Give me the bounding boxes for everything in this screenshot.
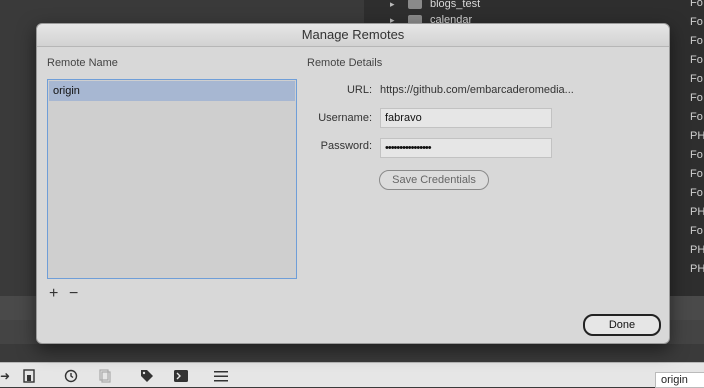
chevron-right-icon[interactable]: ▸ [390,0,400,10]
url-value: https://github.com/embarcaderomedia... [380,84,574,96]
tree-row-blogs-test[interactable]: ▸ blogs_test [390,0,480,12]
kind-cell: Fo [690,35,703,47]
kind-cell: PH [690,130,704,142]
kind-cell: Fo [690,168,703,180]
kind-cell: Fo [690,73,703,85]
file-icon[interactable] [22,369,36,383]
copy-icon[interactable] [98,369,112,383]
kind-cell: PH [690,244,704,256]
menu-icon[interactable] [214,369,228,383]
terminal-icon[interactable] [174,369,188,383]
tag-icon[interactable] [140,369,154,383]
kind-cell: Fo [690,0,703,9]
kind-cell: Fo [690,225,703,237]
remote-name-header: Remote Name [47,57,118,69]
kind-cell: Fo [690,187,703,199]
save-credentials-button[interactable]: Save Credentials [379,170,489,190]
password-field[interactable]: •••••••••••••••• [380,138,552,158]
password-label: Password: [320,140,372,152]
add-remote-button[interactable]: + [49,286,58,302]
manage-remotes-dialog: Manage Remotes Remote Name Remote Detail… [36,23,670,344]
kind-cell: Fo [690,149,703,161]
kind-cell: PH [690,206,704,218]
folder-icon [408,0,422,9]
history-icon[interactable] [64,369,78,383]
kind-cell: Fo [690,16,703,28]
remote-details-header: Remote Details [307,57,383,69]
kind-cell: PH [690,263,704,275]
bottom-toolbar: ➜ [0,362,704,387]
dialog-title: Manage Remotes [37,24,669,47]
tree-row-label: blogs_test [430,0,481,10]
username-field[interactable]: fabravo [380,108,552,128]
kind-cell: Fo [690,111,703,123]
arrow-icon[interactable]: ➜ [0,369,12,383]
remote-list[interactable]: origin [47,79,297,279]
done-button[interactable]: Done [583,314,661,336]
kind-cell: Fo [690,92,703,104]
username-label: Username: [318,112,372,124]
remove-remote-button[interactable]: − [69,286,78,302]
remote-list-item[interactable]: origin [49,81,295,101]
url-label: URL: [346,84,372,96]
kind-cell: Fo [690,54,703,66]
